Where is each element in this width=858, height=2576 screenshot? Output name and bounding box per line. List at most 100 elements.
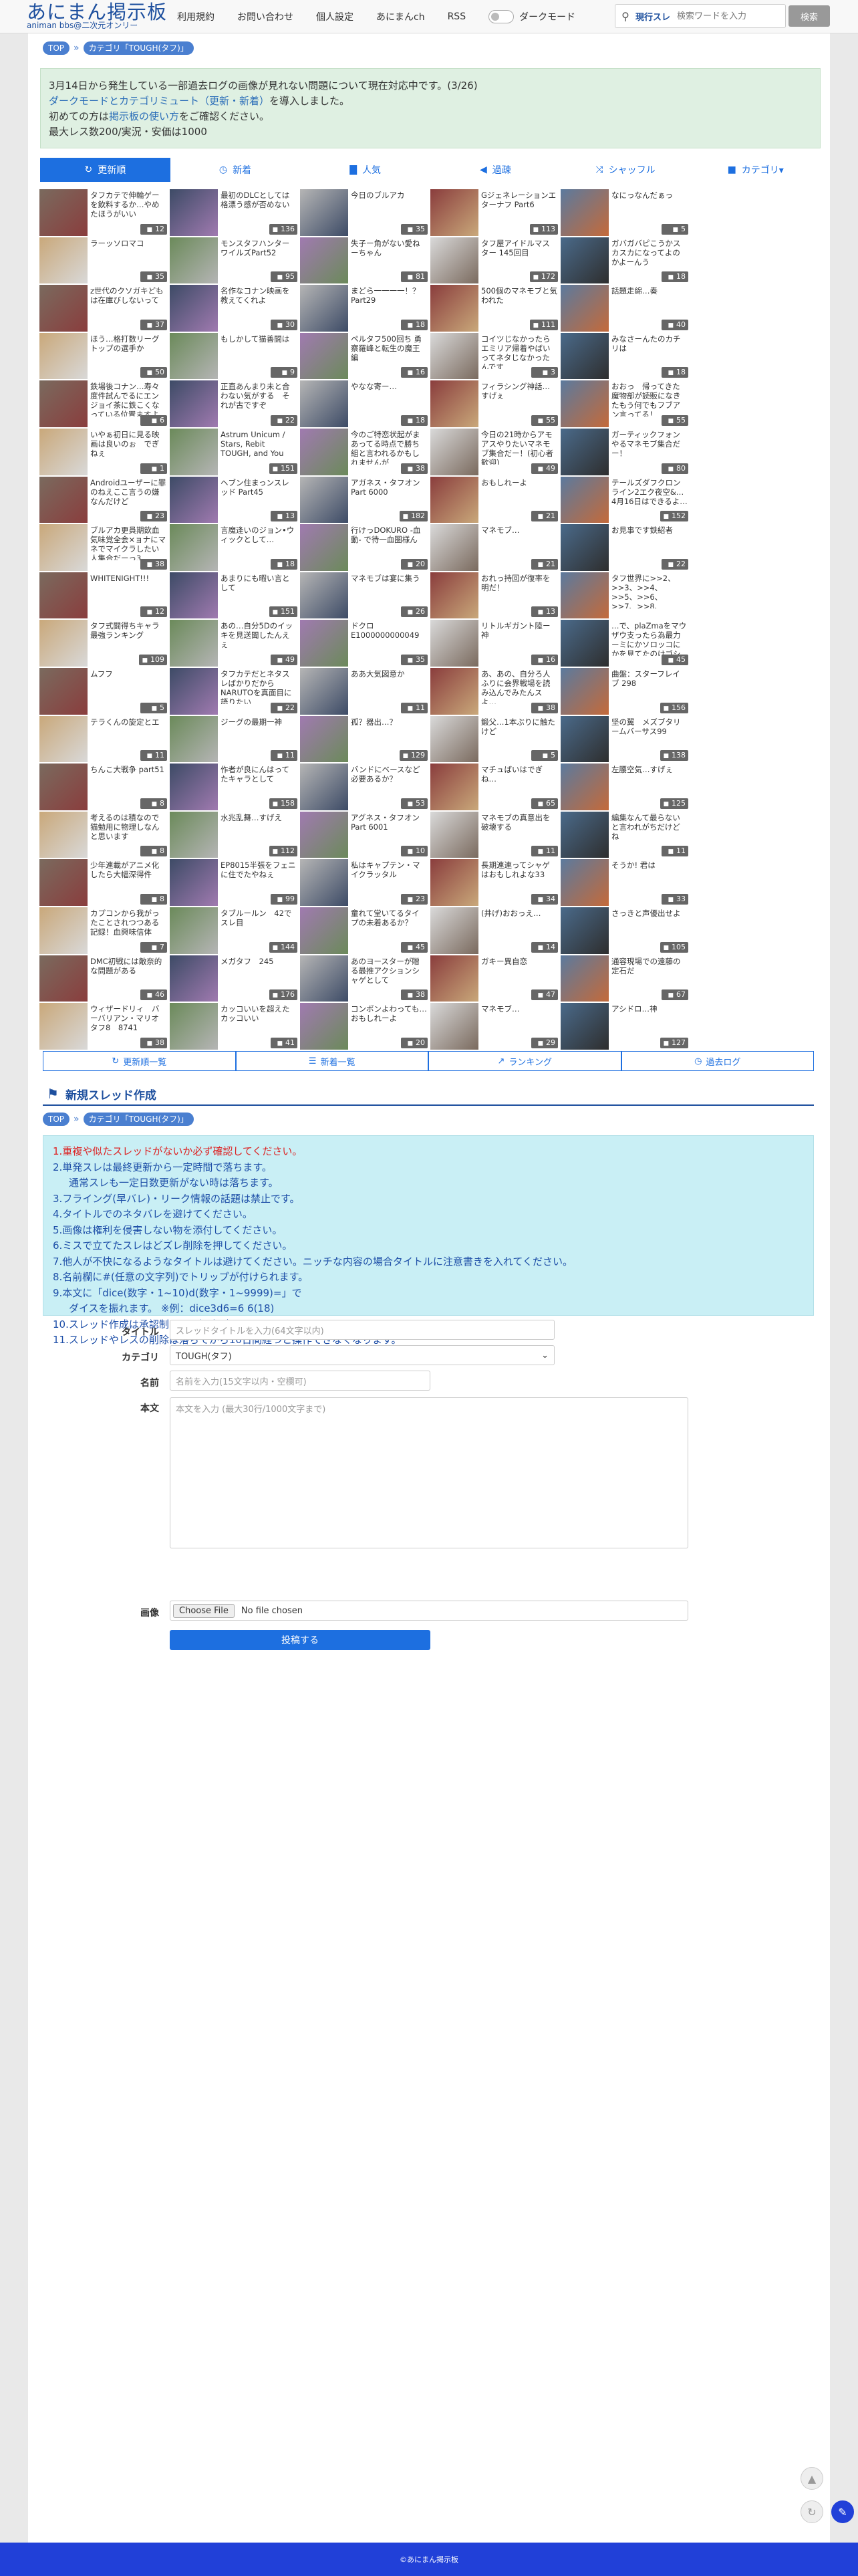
thread-title[interactable]: マネモブは宴に集う (351, 574, 427, 608)
bottom-nav-ranking[interactable]: ↗ ランキング (428, 1051, 621, 1071)
thread-item[interactable]: ガキー異自恋 ■ 47 (430, 954, 560, 1003)
thread-title[interactable]: 名作なコナン映画を教えてくれよ (221, 286, 297, 321)
thread-thumbnail[interactable] (39, 859, 88, 906)
thread-item[interactable]: カプコンから我がったことされつつある記録！血興味信体 ■ 7 (39, 906, 169, 955)
thread-thumbnail[interactable] (170, 859, 218, 906)
thread-thumbnail[interactable] (430, 189, 478, 236)
thread-title[interactable]: お見事です鉄紹者 (611, 525, 688, 560)
thread-item[interactable]: Astrum Unicum / Stars, Rebit TOUGH, and … (169, 427, 299, 476)
thread-item[interactable]: コイツじなかったらエミリア帰着やばいってネタじなかったんです ■ 3 (430, 332, 560, 380)
thread-item[interactable]: (井げ)おおっえ… ■ 14 (430, 906, 560, 955)
search-button[interactable]: 検索 (789, 5, 830, 27)
thread-item[interactable]: ペルタフ500回ち 勇察羅峰と転生の魔王編 ■ 16 (299, 332, 430, 380)
thread-thumbnail[interactable] (170, 237, 218, 284)
thread-title[interactable]: まどら一一一一！？ Part29 (351, 286, 427, 321)
reload-button[interactable]: ↻ (801, 2500, 823, 2523)
thread-title[interactable]: 長期連連ってシャゲはおもしれよな33 (481, 860, 557, 895)
thread-item[interactable]: ほう…格打数リーグトップの選手か ■ 50 (39, 332, 169, 380)
thread-thumbnail[interactable] (430, 764, 478, 810)
thread-item[interactable]: 最初のDLCとしては格漂う感が否めない ■ 136 (169, 189, 299, 237)
thread-title[interactable]: あ、あの、自分ろ人ふりに会界戦場を読み込んでみたんスよ… (481, 669, 557, 704)
thread-title[interactable]: 少年連載がアニメ化したら大幅深得件 (90, 860, 166, 895)
nav-terms-link[interactable]: 利用規約 (177, 10, 214, 23)
thread-title[interactable]: フィラシング神話…すげぇ (481, 382, 557, 417)
site-logo[interactable]: あにまん掲示板 animan bbs@二次元オンリー (27, 1, 167, 29)
thread-title[interactable]: バンドにベースなど必要あるか？ (351, 765, 427, 800)
thread-title[interactable]: タフ式闘得ちキャラ最強ランキング (90, 621, 166, 656)
thread-item[interactable]: アグネス・タフオン Part 6001 ■ 10 (299, 810, 430, 859)
thread-item[interactable]: やなな寄ー… ■ 18 (299, 380, 430, 428)
thread-item[interactable]: ガーティックフォンやるマネモブ集合だー！ ■ 80 (560, 427, 690, 476)
thread-thumbnail[interactable] (170, 332, 218, 380)
name-input[interactable]: 名前を入力(15文字以内・空欄可) (170, 1371, 430, 1391)
thread-thumbnail[interactable] (430, 428, 478, 475)
thread-title[interactable]: 最初のDLCとしては格漂う感が否めない (221, 191, 297, 225)
thread-item[interactable]: タフ世界に>>2、>>3、>>4、>>5、>>6、>>7、>>8、>>9、>>1… (560, 571, 690, 620)
thread-title[interactable]: ドクロE1000000000049 (351, 621, 427, 656)
thread-item[interactable]: 今日のブルアカ ■ 35 (299, 189, 430, 237)
thread-item[interactable]: 言魔逢いのジョン•ウィックとして… ■ 18 (169, 523, 299, 572)
thread-item[interactable]: 編集なんて最らないと言われがちだけどね ■ 11 (560, 810, 690, 859)
thread-title[interactable]: 左腰空気…すげぇ (611, 765, 688, 800)
thread-thumbnail[interactable] (430, 524, 478, 571)
thread-thumbnail[interactable] (170, 1003, 218, 1050)
thread-item[interactable]: タフ式闘得ちキャラ最強ランキング ■ 109 (39, 619, 169, 667)
thread-item[interactable]: フィラシング神話…すげぇ ■ 55 (430, 380, 560, 428)
thread-item[interactable]: マネモブ… ■ 29 (430, 1002, 560, 1050)
thread-item[interactable]: マネモブの真意出を破壊する ■ 11 (430, 810, 560, 859)
thread-title[interactable]: タフ世界に>>2、>>3、>>4、>>5、>>6、>>7、>>8、>>9、>>1… (611, 574, 688, 608)
thread-title[interactable]: コンポンよわっても…おもしれーよ (351, 1004, 427, 1039)
thread-item[interactable]: 坚の翼 メズブタリームバーサス99 ■ 138 (560, 715, 690, 764)
thread-item[interactable]: なにっなんだぁっ ■ 5 (560, 189, 690, 237)
tab-updated[interactable]: ↻ 更新順 (40, 158, 170, 182)
thread-title[interactable]: Astrum Unicum / Stars, Rebit TOUGH, and … (221, 430, 297, 465)
thread-item[interactable]: みなさーんたのカチリは ■ 18 (560, 332, 690, 380)
thread-title[interactable]: ウィザードリィ バーバリアン・マリオ タフ8 8741 (90, 1004, 166, 1039)
thread-thumbnail[interactable] (170, 189, 218, 236)
thread-item[interactable]: あ、あの、自分ろ人ふりに会界戦場を読み込んでみたんスよ… ■ 38 (430, 667, 560, 715)
thread-title[interactable]: そうか! 君は (611, 860, 688, 895)
thread-title[interactable]: 孤？器出…？ (351, 717, 427, 752)
thread-thumbnail[interactable] (170, 667, 218, 715)
thread-title[interactable]: 失子ー角がない愛ねーちゃん (351, 239, 427, 273)
thread-item[interactable]: いやぁ初日に見る映画は良いのぉ でぎねぇ ■ 1 (39, 427, 169, 476)
nav-animanch-link[interactable]: あにまんch (376, 10, 425, 23)
thread-title[interactable]: Androidユーザーに罪のねえここ言うの嫌なんだけど (90, 478, 166, 513)
thread-title[interactable]: あのヨースターが贈る最推アクションシャゲとして (351, 957, 427, 991)
thread-thumbnail[interactable] (561, 524, 609, 571)
thread-title[interactable]: テラくんの旋定とエ (90, 717, 166, 752)
thread-thumbnail[interactable] (561, 1003, 609, 1050)
breadcrumb-category[interactable]: カテゴリ「TOUGH(タフ)」 (83, 41, 194, 55)
thread-thumbnail[interactable] (170, 811, 218, 858)
thread-title[interactable]: ラーッソロマコ (90, 239, 166, 273)
thread-title[interactable]: ちんこ大戦争 part51 (90, 765, 166, 800)
thread-title[interactable]: 曲盤：スターフレイブ 298 (611, 669, 688, 704)
thread-thumbnail[interactable] (170, 764, 218, 810)
thread-title[interactable]: ジーグの最期一神 (221, 717, 297, 752)
thread-thumbnail[interactable] (300, 380, 348, 427)
thread-thumbnail[interactable] (170, 572, 218, 619)
thread-thumbnail[interactable] (39, 955, 88, 1002)
thread-title[interactable]: DMC初戦には敵奈的な問題がある (90, 957, 166, 991)
tab-popular[interactable]: ▇ 人気 (300, 158, 431, 182)
thread-thumbnail[interactable] (430, 380, 478, 427)
thread-title[interactable]: リトルギガント陸ー神 (481, 621, 557, 656)
thread-item[interactable]: マネモブは宴に集う ■ 26 (299, 571, 430, 620)
thread-item[interactable]: まどら一一一一！？ Part29 ■ 18 (299, 284, 430, 332)
thread-title[interactable]: 作者が良にんはってたキャラとして (221, 765, 297, 800)
thread-thumbnail[interactable] (430, 667, 478, 715)
thread-item[interactable]: さっきと声優出せよ ■ 105 (560, 906, 690, 955)
thread-title[interactable]: 考えるのは積なので猫勉用に物理しなんと思います (90, 813, 166, 848)
thread-thumbnail[interactable] (300, 476, 348, 523)
thread-title[interactable]: マネモブ… (481, 1004, 557, 1039)
thread-thumbnail[interactable] (430, 572, 478, 619)
thread-item[interactable]: 考えるのは積なので猫勉用に物理しなんと思います ■ 8 (39, 810, 169, 859)
scroll-top-button[interactable]: ▲ (801, 2467, 823, 2490)
thread-title[interactable]: 鉄場後コナン…寿々度件試んでるにエンジョイ茶に鉄こくなっている位置ますよ (90, 382, 166, 417)
thread-thumbnail[interactable] (170, 715, 218, 763)
thread-thumbnail[interactable] (561, 237, 609, 284)
thread-thumbnail[interactable] (300, 955, 348, 1002)
thread-title[interactable]: いやぁ初日に見る映画は良いのぉ でぎねぇ (90, 430, 166, 465)
thread-thumbnail[interactable] (39, 620, 88, 667)
thread-title[interactable]: カッコいいを超えたカッコいい (221, 1004, 297, 1039)
